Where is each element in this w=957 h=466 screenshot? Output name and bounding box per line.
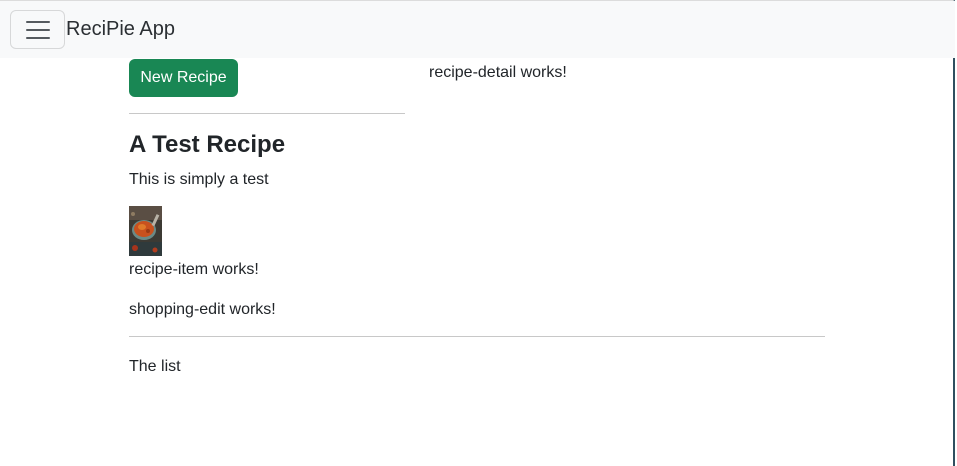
app-brand[interactable]: ReciPie App xyxy=(66,17,175,41)
recipe-item-description: This is simply a test xyxy=(129,171,269,188)
shopping-list-text: The list xyxy=(129,358,181,375)
recipe-item-works-text: recipe-item works! xyxy=(129,261,259,278)
navbar: ReciPie App xyxy=(0,1,955,58)
shopping-edit-text: shopping-edit works! xyxy=(129,301,276,318)
recipe-detail-text: recipe-detail works! xyxy=(429,64,567,81)
recipe-item-title[interactable]: A Test Recipe xyxy=(129,131,285,159)
navbar-toggler-button[interactable] xyxy=(10,10,65,49)
recipe-thumbnail-image[interactable] xyxy=(129,206,162,256)
shopping-divider xyxy=(129,336,825,337)
app-page: ReciPie App New Recipe recipe-detail wor… xyxy=(0,0,955,466)
recipe-list-divider xyxy=(129,113,405,114)
new-recipe-button[interactable]: New Recipe xyxy=(129,59,238,97)
